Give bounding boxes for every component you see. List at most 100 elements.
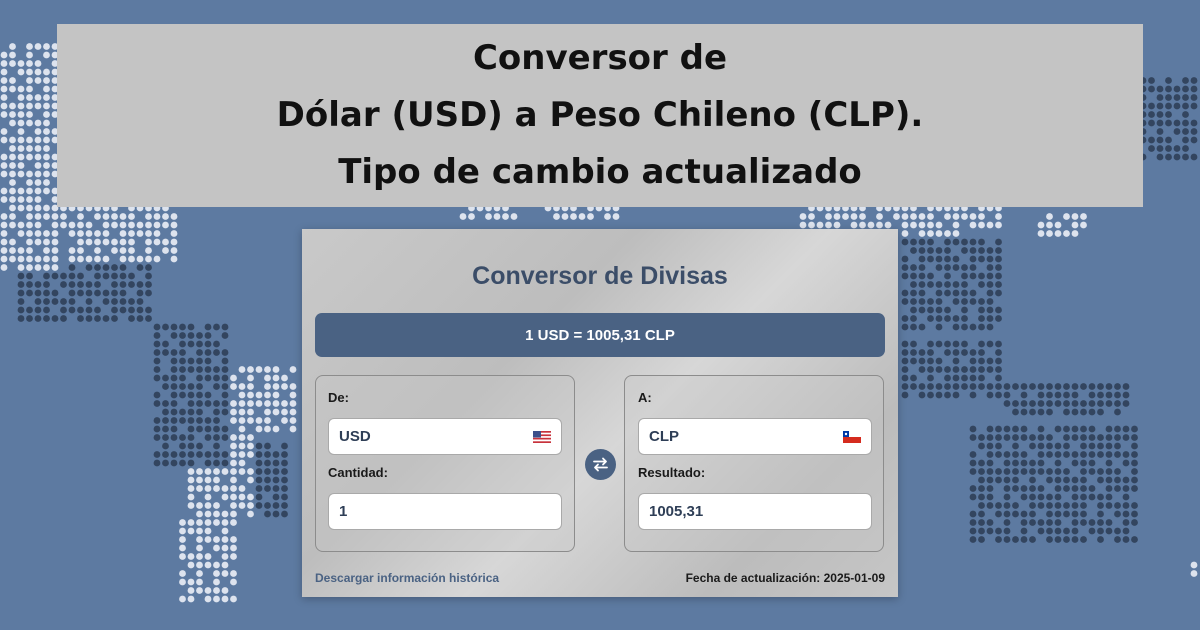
amount-input[interactable]: 1 [328,493,562,530]
map-dot [1037,502,1045,509]
map-dot [1037,408,1045,416]
map-dot [247,493,254,501]
map-dot [935,340,943,348]
map-dot [1173,128,1181,135]
map-dot [213,536,220,543]
map-dot [1114,383,1121,390]
from-currency-select[interactable]: USD [328,418,562,455]
map-dot [1105,485,1113,492]
map-dot [1097,493,1104,501]
map-dot [961,340,968,348]
map-dot [187,357,195,365]
map-dot [196,349,203,356]
map-dot [255,502,263,509]
map-dot [978,502,985,509]
map-dot [986,493,994,501]
map-dot [553,213,560,220]
map-dot [927,366,934,373]
result-label: Resultado: [638,465,706,480]
map-dot [272,383,280,390]
map-dot [1071,493,1079,501]
map-dot [281,417,288,424]
map-dot [1131,485,1138,492]
map-dot [43,85,50,93]
map-dot [1012,425,1019,433]
map-dot [1131,425,1138,433]
map-dot [196,519,203,526]
map-dot [1003,493,1011,501]
map-dot [978,383,985,390]
map-dot [170,238,178,246]
map-dot [969,374,977,382]
map-dot [944,340,951,348]
map-dot [179,527,186,535]
map-dot [213,425,220,433]
map-dot [221,527,229,535]
map-dot [1063,425,1070,433]
map-dot [230,442,237,450]
map-dot [1071,519,1079,526]
map-dot [179,536,186,543]
map-dot [230,468,237,475]
map-dot [0,85,8,93]
map-dot [17,68,25,76]
swap-currencies-button[interactable] [585,449,616,480]
map-dot [944,383,951,390]
map-dot [1063,468,1070,475]
map-dot [1080,451,1087,458]
converter-title: Conversor de Divisas [472,262,728,290]
map-dot [196,417,203,424]
map-dot [918,238,926,246]
map-dot [1080,213,1087,220]
download-history-link[interactable]: Descargar información histórica [315,571,499,585]
map-dot [961,315,968,322]
map-dot [43,230,50,237]
map-dot [1020,468,1028,475]
map-dot [255,442,263,450]
map-dot [289,383,297,390]
result-output[interactable]: 1005,31 [638,493,872,530]
map-dot [51,298,59,305]
map-dot [94,247,101,254]
map-dot [995,476,1002,484]
map-dot [43,213,50,220]
map-dot [969,366,977,373]
map-dot [264,451,271,458]
map-dot [9,153,16,161]
map-dot [1020,391,1028,399]
map-dot [1131,536,1138,543]
map-dot [978,340,985,348]
map-dot [204,434,212,441]
map-dot [136,230,144,237]
map-dot [986,247,994,254]
map-dot [978,221,985,229]
map-dot [825,213,832,220]
map-dot [17,187,25,195]
map-dot [961,323,968,331]
map-dot [1063,213,1070,220]
map-dot [51,238,59,246]
map-dot [187,468,195,475]
map-dot [1003,510,1011,518]
to-currency-select[interactable]: CLP [638,418,872,455]
map-dot [1122,527,1130,535]
map-dot [1131,434,1138,441]
map-dot [34,153,42,161]
map-dot [1088,493,1096,501]
map-dot [808,221,815,229]
map-dot [1071,536,1079,543]
map-dot [969,323,977,331]
map-dot [94,230,101,237]
map-dot [26,119,33,127]
map-dot [43,68,50,76]
map-dot [935,247,943,254]
map-dot [77,213,84,220]
map-dot [272,502,280,509]
map-dot [162,451,169,458]
map-dot [153,230,161,237]
map-dot [238,425,246,433]
map-dot [247,451,254,458]
map-dot [179,451,186,458]
map-dot [9,247,16,254]
map-dot [1063,434,1070,441]
